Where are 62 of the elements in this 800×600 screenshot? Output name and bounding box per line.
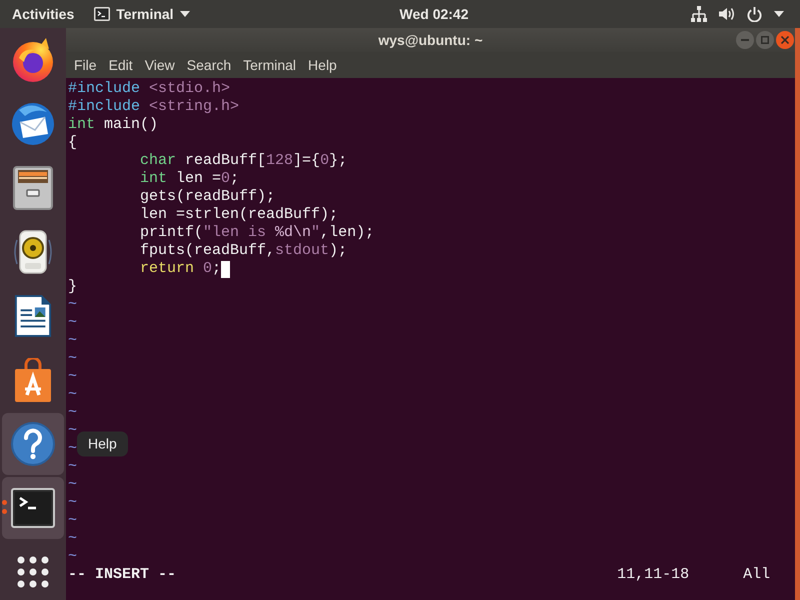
- menu-item[interactable]: Edit: [102, 54, 139, 76]
- empty-line-marker: ~: [68, 296, 78, 314]
- code-line: return 0;: [140, 260, 222, 278]
- shopping-bag-icon: [13, 358, 53, 402]
- code-line: printf("len is %d\n",len);: [140, 224, 374, 242]
- empty-line-marker: ~: [68, 368, 78, 386]
- menu-item[interactable]: Terminal: [237, 54, 302, 76]
- network-icon[interactable]: [691, 6, 707, 22]
- dock-item[interactable]: [2, 477, 64, 539]
- empty-line-marker: ~: [68, 548, 78, 566]
- code-line: }: [68, 278, 78, 296]
- activities-button[interactable]: Activities: [12, 6, 74, 22]
- code-line: gets(readBuff);: [140, 188, 276, 206]
- tooltip: Help: [77, 432, 128, 456]
- menu-item[interactable]: Search: [180, 54, 238, 76]
- file-cabinet-icon: [13, 166, 53, 210]
- help-icon: [11, 422, 55, 466]
- empty-line-marker: ~: [68, 494, 78, 512]
- empty-line-marker: ~: [68, 332, 78, 350]
- empty-line-marker: ~: [68, 458, 78, 476]
- clock[interactable]: Wed 02:42: [400, 6, 468, 22]
- terminal-icon: [94, 7, 110, 21]
- menu-item[interactable]: View: [138, 54, 181, 76]
- close-button[interactable]: [776, 31, 794, 49]
- app-menu-button[interactable]: Terminal: [94, 6, 190, 22]
- minimize-icon: [741, 39, 749, 41]
- document-icon: [14, 294, 52, 338]
- code-line: fputs(readBuff,stdout);: [140, 242, 348, 260]
- caret-icon: [180, 11, 190, 17]
- empty-line-marker: ~: [68, 350, 78, 368]
- power-icon[interactable]: [747, 6, 762, 22]
- dock-item[interactable]: [2, 413, 64, 475]
- envelope-icon: [11, 102, 55, 146]
- empty-line-marker: ~: [68, 530, 78, 548]
- volume-icon[interactable]: [719, 6, 735, 22]
- window-title: wys@ubuntu: ~: [378, 32, 483, 48]
- terminal-icon: [11, 488, 55, 528]
- code-line: #include <stdio.h>: [68, 80, 230, 98]
- empty-line-marker: ~: [68, 476, 78, 494]
- menu-item[interactable]: Help: [302, 54, 343, 76]
- app-grid-icon: [17, 556, 49, 588]
- caret-icon[interactable]: [774, 11, 784, 17]
- code-line: {: [68, 134, 78, 152]
- scroll-position: All: [743, 566, 770, 584]
- code-line: #include <string.h>: [68, 98, 240, 116]
- mode-indicator: -- INSERT --: [68, 566, 176, 584]
- empty-line-marker: ~: [68, 512, 78, 530]
- maximize-icon: [761, 36, 769, 44]
- empty-line-marker: ~: [68, 422, 78, 440]
- empty-line-marker: ~: [68, 440, 78, 458]
- empty-line-marker: ~: [68, 404, 78, 422]
- empty-line-marker: ~: [68, 314, 78, 332]
- code-line: int len =0;: [140, 170, 240, 188]
- close-icon: [781, 36, 789, 44]
- empty-line-marker: ~: [68, 386, 78, 404]
- cursor-position: 11,11-18: [617, 566, 690, 584]
- code-line: char readBuff[128]={0};: [140, 152, 348, 170]
- code-line: int main(): [68, 116, 158, 134]
- speaker-icon: [13, 230, 53, 274]
- flame-globe-icon: [11, 38, 55, 82]
- menu-item[interactable]: File: [68, 54, 103, 76]
- code-line: len =strlen(readBuff);: [140, 206, 338, 224]
